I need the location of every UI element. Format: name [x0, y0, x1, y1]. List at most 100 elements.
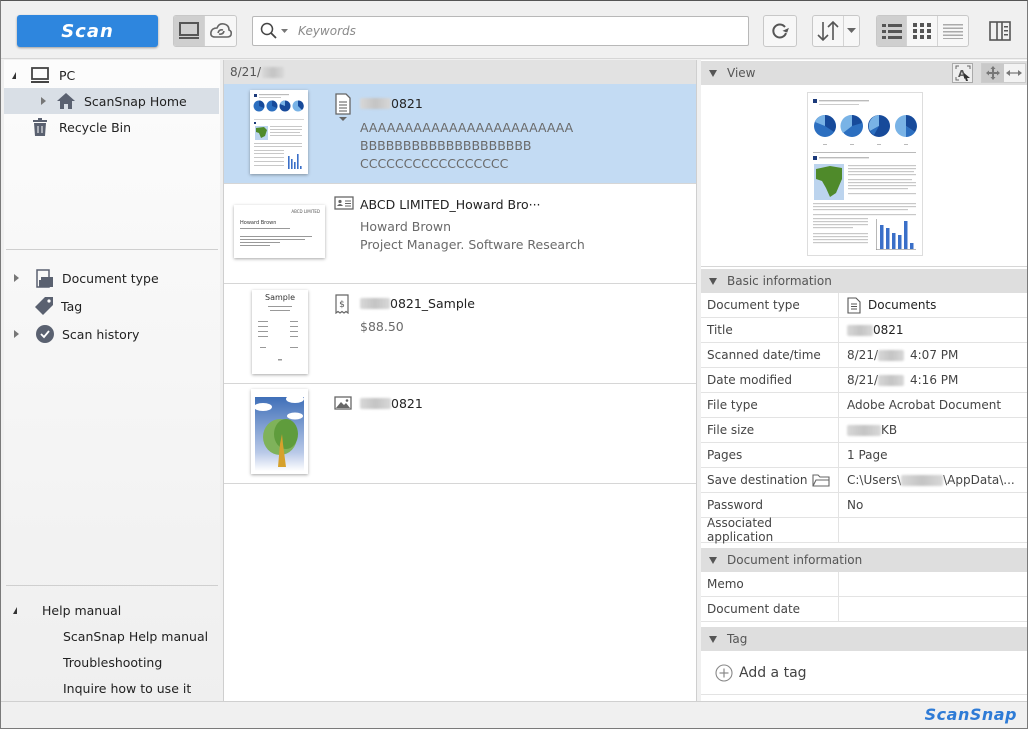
- expand-arrow-icon[interactable]: [14, 274, 19, 282]
- compact-view-button[interactable]: [938, 16, 968, 46]
- info-value-text: KB: [881, 423, 898, 437]
- sort-button[interactable]: [812, 15, 860, 47]
- thumbnail-view-icon: [913, 23, 932, 39]
- date-group-label: 8/21/: [230, 65, 261, 79]
- info-value[interactable]: Documents: [839, 293, 1027, 317]
- collapse-arrow-icon[interactable]: [709, 277, 717, 285]
- receipt-icon: $: [335, 294, 349, 315]
- info-value[interactable]: C:\Users\ \AppData\...: [839, 468, 1027, 492]
- document-info-section-header[interactable]: Document information: [701, 548, 1027, 572]
- fit-width-button[interactable]: [1003, 64, 1025, 82]
- detail-line: Project Manager. Software Research: [360, 237, 585, 252]
- detail-line: Howard Brown: [360, 219, 451, 234]
- document-preview-graphic: [253, 94, 304, 169]
- document-date-field[interactable]: [839, 597, 1027, 621]
- filter-scan-history[interactable]: Scan history: [4, 321, 220, 347]
- basic-info-table: Document type Documents Title 0821 Scann…: [701, 293, 1027, 544]
- expand-arrow-icon[interactable]: [14, 330, 19, 338]
- list-view-button[interactable]: [877, 16, 908, 46]
- collapse-arrow-icon[interactable]: [709, 556, 717, 564]
- document-type-badge[interactable]: [334, 93, 352, 124]
- info-row-date-modified: Date modified 8/21/4:16 PM: [701, 368, 1027, 393]
- page-preview[interactable]: [807, 92, 923, 256]
- add-tag-button[interactable]: Add a tag: [701, 651, 1027, 695]
- detail-line: CCCCCCCCCCCCCCCCC: [360, 156, 509, 171]
- help-manual-header[interactable]: Help manual: [4, 597, 220, 623]
- help-manual-label: Help manual: [42, 602, 122, 618]
- scan-button[interactable]: Scan: [17, 15, 158, 47]
- document-type-icon: [36, 268, 53, 288]
- info-key: File type: [701, 393, 839, 417]
- refresh-icon: [772, 23, 789, 39]
- divider: [6, 585, 218, 586]
- view-section-header[interactable]: View A: [701, 61, 1027, 85]
- search-input[interactable]: [298, 24, 718, 38]
- document-type-badge[interactable]: $: [334, 294, 350, 317]
- info-value: 8/21/4:07 PM: [839, 343, 1027, 367]
- help-link-inquire[interactable]: Inquire how to use it: [4, 675, 220, 701]
- redacted-text: [901, 474, 944, 486]
- info-key: Document type: [701, 293, 839, 317]
- info-value: No: [847, 498, 864, 512]
- tag-section-header[interactable]: Tag: [701, 627, 1027, 651]
- check-circle-icon: [36, 325, 54, 343]
- info-value-text: 4:16 PM: [910, 373, 959, 387]
- tree-item-scansnap-home[interactable]: ScanSnap Home: [4, 88, 219, 114]
- sort-dropdown[interactable]: [844, 16, 859, 46]
- help-link-scansnap-help-manual[interactable]: ScanSnap Help manual: [4, 623, 220, 649]
- collapse-arrow-icon[interactable]: [12, 71, 16, 79]
- list-item[interactable]: Sample $ 0821_Sample $88.50: [224, 284, 696, 384]
- info-row-save-destination: Save destination C:\Users\ \AppData\...: [701, 468, 1027, 493]
- info-value[interactable]: [839, 518, 1027, 542]
- list-item[interactable]: ABCD LIMITED Howard Brown ABCD LIMITED_H…: [224, 184, 696, 284]
- filter-tag[interactable]: Tag: [4, 293, 220, 319]
- help-link-label[interactable]: Inquire how to use it: [63, 681, 191, 696]
- details-panel: View A Basic information Document type D…: [701, 60, 1027, 701]
- text-select-button[interactable]: A: [952, 63, 973, 83]
- redacted-text: [847, 324, 873, 336]
- expand-arrow-icon[interactable]: [41, 97, 46, 105]
- card-name: Howard Brown: [240, 220, 277, 226]
- help-link-label[interactable]: ScanSnap Help manual: [63, 629, 208, 644]
- list-item[interactable]: 0821 AAAAAAAAAAAAAAAAAAAAAAAA BBBBBBBBBB…: [224, 84, 696, 184]
- fit-width-icon: [1006, 70, 1023, 76]
- info-value-text: 8/21/: [847, 373, 878, 387]
- item-details: $88.50: [360, 318, 404, 336]
- document-type-badge[interactable]: [334, 196, 354, 213]
- memo-field[interactable]: [839, 572, 1027, 596]
- list-item[interactable]: 0821: [224, 384, 696, 484]
- item-details: Howard Brown Project Manager. Software R…: [360, 218, 585, 254]
- thumbnail-view-button[interactable]: [907, 16, 938, 46]
- info-key: Associated application: [701, 516, 839, 544]
- text-select-icon: A: [955, 65, 970, 81]
- basic-info-section-header[interactable]: Basic information: [701, 269, 1027, 293]
- status-bar: ScanSnap: [1, 701, 1027, 728]
- receipt-heading: Sample: [265, 293, 295, 302]
- collapse-arrow-icon[interactable]: [709, 69, 717, 77]
- collapse-arrow-icon[interactable]: [13, 606, 17, 614]
- info-key: File size: [701, 418, 839, 442]
- local-source-button[interactable]: [174, 16, 206, 46]
- collapse-arrow-icon[interactable]: [709, 635, 717, 643]
- scansnap-logo: ScanSnap: [924, 705, 1017, 724]
- sort-order-button[interactable]: [813, 16, 844, 46]
- chevron-down-icon: [846, 28, 856, 33]
- help-link-label[interactable]: Troubleshooting: [63, 655, 162, 670]
- help-link-troubleshooting[interactable]: Troubleshooting: [4, 649, 220, 675]
- folder-icon[interactable]: [812, 474, 830, 487]
- tree-item-recycle-bin[interactable]: Recycle Bin: [4, 114, 220, 140]
- refresh-button[interactable]: [763, 15, 797, 47]
- tree-item-pc[interactable]: PC: [4, 62, 220, 88]
- move-button[interactable]: [982, 64, 1004, 82]
- filter-document-type[interactable]: Document type: [4, 265, 220, 291]
- info-value[interactable]: 0821: [839, 318, 1027, 342]
- panel-layout-button[interactable]: [989, 21, 1011, 44]
- cloud-source-button[interactable]: [205, 16, 236, 46]
- redacted-text: [360, 298, 390, 309]
- info-row-file-size: File size KB: [701, 418, 1027, 443]
- search-icon[interactable]: [260, 22, 290, 40]
- redacted-text: [878, 349, 904, 361]
- info-key: Date modified: [701, 368, 839, 392]
- document-type-badge[interactable]: [334, 396, 352, 413]
- section-title: Document information: [727, 553, 863, 567]
